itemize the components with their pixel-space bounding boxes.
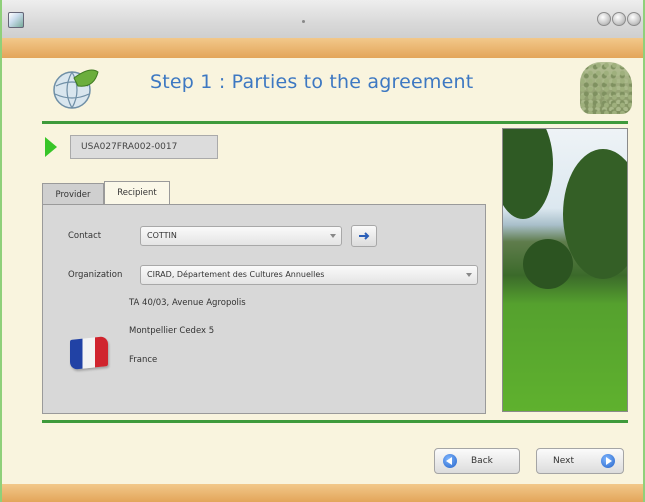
- contact-select[interactable]: COTTIN: [140, 226, 342, 246]
- title-dot: [302, 20, 305, 23]
- back-button-label: Back: [471, 456, 493, 466]
- contact-select-value: COTTIN: [147, 231, 177, 240]
- seed-pile-icon: [580, 62, 632, 114]
- next-button-label: Next: [553, 456, 574, 466]
- next-button[interactable]: Next: [536, 448, 624, 474]
- bottom-orange-bar: [2, 484, 643, 502]
- top-orange-bar: [2, 38, 643, 58]
- minimize-button[interactable]: [597, 12, 611, 26]
- chevron-down-icon: [330, 234, 336, 238]
- bottom-divider: [42, 420, 628, 423]
- contact-button-icon: [359, 232, 370, 240]
- play-icon[interactable]: [45, 137, 57, 157]
- address-line-1: TA 40/03, Avenue Agropolis: [129, 298, 246, 308]
- organization-label: Organization: [68, 270, 123, 280]
- back-button[interactable]: Back: [434, 448, 520, 474]
- tab-recipient[interactable]: Recipient: [104, 181, 170, 205]
- maximize-button[interactable]: [612, 12, 626, 26]
- france-flag-icon: [70, 336, 108, 370]
- title-bar: [2, 0, 643, 39]
- contact-edit-button[interactable]: [351, 225, 377, 247]
- organization-select[interactable]: CIRAD, Département des Cultures Annuelle…: [140, 265, 478, 285]
- page-title: Step 1 : Parties to the agreement: [150, 71, 474, 93]
- organization-select-value: CIRAD, Département des Cultures Annuelle…: [147, 270, 325, 279]
- globe-leaf-logo-icon: [53, 69, 99, 109]
- tree-shape: [503, 129, 553, 219]
- landscape-photo: [502, 128, 628, 412]
- agreement-code-field: USA027FRA002-0017: [70, 135, 218, 159]
- address-line-3: France: [129, 355, 158, 365]
- top-divider: [42, 121, 628, 124]
- contact-label: Contact: [68, 231, 102, 241]
- address-line-2: Montpellier Cedex 5: [129, 326, 215, 336]
- app-icon[interactable]: [8, 12, 24, 28]
- chevron-down-icon: [466, 273, 472, 277]
- app-window: Step 1 : Parties to the agreement USA027…: [0, 0, 645, 502]
- arrow-left-icon: [443, 454, 457, 468]
- arrow-right-icon: [601, 454, 615, 468]
- tree-shape: [523, 239, 573, 289]
- close-button[interactable]: [627, 12, 641, 26]
- tab-provider[interactable]: Provider: [42, 183, 104, 205]
